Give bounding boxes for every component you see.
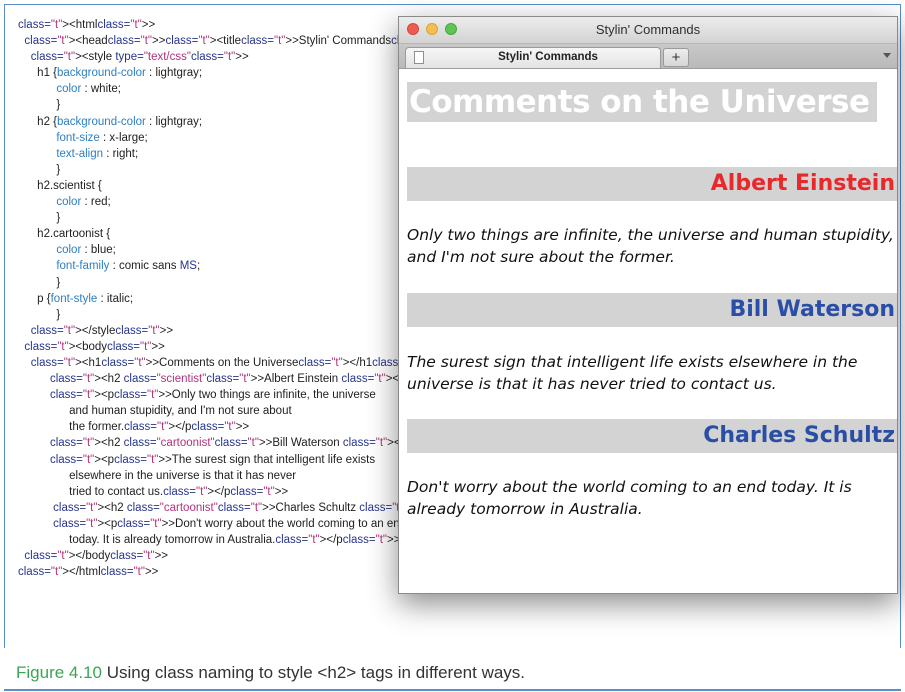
tab-stylin-commands[interactable]: Stylin' Commands <box>405 47 661 68</box>
code-line: class="t"></htmlclass="t">> <box>18 566 159 579</box>
code-line: } <box>18 212 61 225</box>
code-line: } <box>18 163 61 176</box>
heading-charles-schultz: Charles Schultz <box>407 419 897 453</box>
code-line: p {font-style : italic; <box>18 292 134 305</box>
code-line: class="t"><headclass="t">>class="t"><tit… <box>24 35 672 48</box>
code-line: class="t"><h2 class="cartoonist"class="t… <box>53 501 491 514</box>
title-bar: Stylin' Commands <box>399 17 897 44</box>
page-content: Comments on the Universe Albert Einstein… <box>399 69 897 593</box>
caption-text: Using class naming to style <h2> tags in… <box>106 663 526 682</box>
code-line: } <box>18 276 61 289</box>
code-line: class="t"><pclass="t">>Only two things a… <box>49 389 376 402</box>
code-line: class="t"><h2 class="scientist"class="t"… <box>49 373 473 386</box>
code-line: class="t"></styleclass="t">> <box>30 324 174 337</box>
code-line: today. It is already tomorrow in Austral… <box>18 534 401 546</box>
code-listing: class="t"><htmlclass="t">> class="t"><he… <box>18 17 672 580</box>
code-line: h2.cartoonist { <box>18 228 111 241</box>
window-title: Stylin' Commands <box>595 22 701 37</box>
code-line: } <box>18 99 61 112</box>
code-line: h1 {background-color : lightgray; <box>18 67 203 80</box>
tab-label: Stylin' Commands <box>498 51 598 63</box>
code-line: class="t"><h1class="t">>Comments on the … <box>30 356 430 369</box>
browser-window: Stylin' Commands Stylin' Commands + Comm… <box>398 16 898 594</box>
tab-menu-chevron-down-icon[interactable] <box>883 53 891 58</box>
figure-caption: Figure 4.10 Using class naming to style … <box>16 663 525 683</box>
figure-label: Figure 4.10 <box>16 663 102 682</box>
code-line: tried to contact us.class="t"></pclass="… <box>18 485 289 498</box>
code-line: h2 {background-color : lightgray; <box>18 115 203 128</box>
code-line: class="t"><pclass="t">>Don't worry about… <box>53 517 407 530</box>
code-line: class="t"><bodyclass="t">> <box>24 340 165 353</box>
page-icon <box>414 51 424 64</box>
code-line: class="t"></bodyclass="t">> <box>24 550 168 563</box>
code-line: elsewhere in the universe is that it has… <box>18 469 297 482</box>
heading-albert-einstein: Albert Einstein <box>407 167 897 201</box>
heading-bill-waterson: Bill Waterson <box>407 293 897 327</box>
code-line: class="t"><h2 class="cartoonist"class="t… <box>49 437 474 450</box>
code-line: class="t"><htmlclass="t">> <box>18 19 156 31</box>
code-line: color : white; <box>56 83 121 96</box>
page-heading: Comments on the Universe <box>407 82 877 122</box>
code-line: } <box>18 308 61 321</box>
new-tab-button[interactable]: + <box>663 48 689 67</box>
code-line: h2.scientist { <box>18 179 102 192</box>
code-line: class="t"><style type="text/css"class="t… <box>30 51 249 64</box>
tab-bar: Stylin' Commands + <box>399 44 897 69</box>
code-line: color : blue; <box>56 244 116 257</box>
code-line: font-size : x-large; <box>56 131 148 144</box>
code-line: class="t"><pclass="t">>The surest sign t… <box>49 453 376 466</box>
code-line: the former.class="t"></pclass="t">> <box>18 421 250 434</box>
code-line: and human stupidity, and I'm not sure ab… <box>18 405 292 418</box>
code-line: color : red; <box>56 196 111 209</box>
quote-einstein: Only two things are infinite, the univer… <box>407 226 894 266</box>
code-line: font-family : comic sans MS; <box>56 260 201 273</box>
bottom-rule <box>4 689 901 691</box>
quote-schultz: Don't worry about the world coming to an… <box>407 478 852 518</box>
code-line: text-align : right; <box>56 147 139 160</box>
quote-waterson: The surest sign that intelligent life ex… <box>407 353 858 393</box>
